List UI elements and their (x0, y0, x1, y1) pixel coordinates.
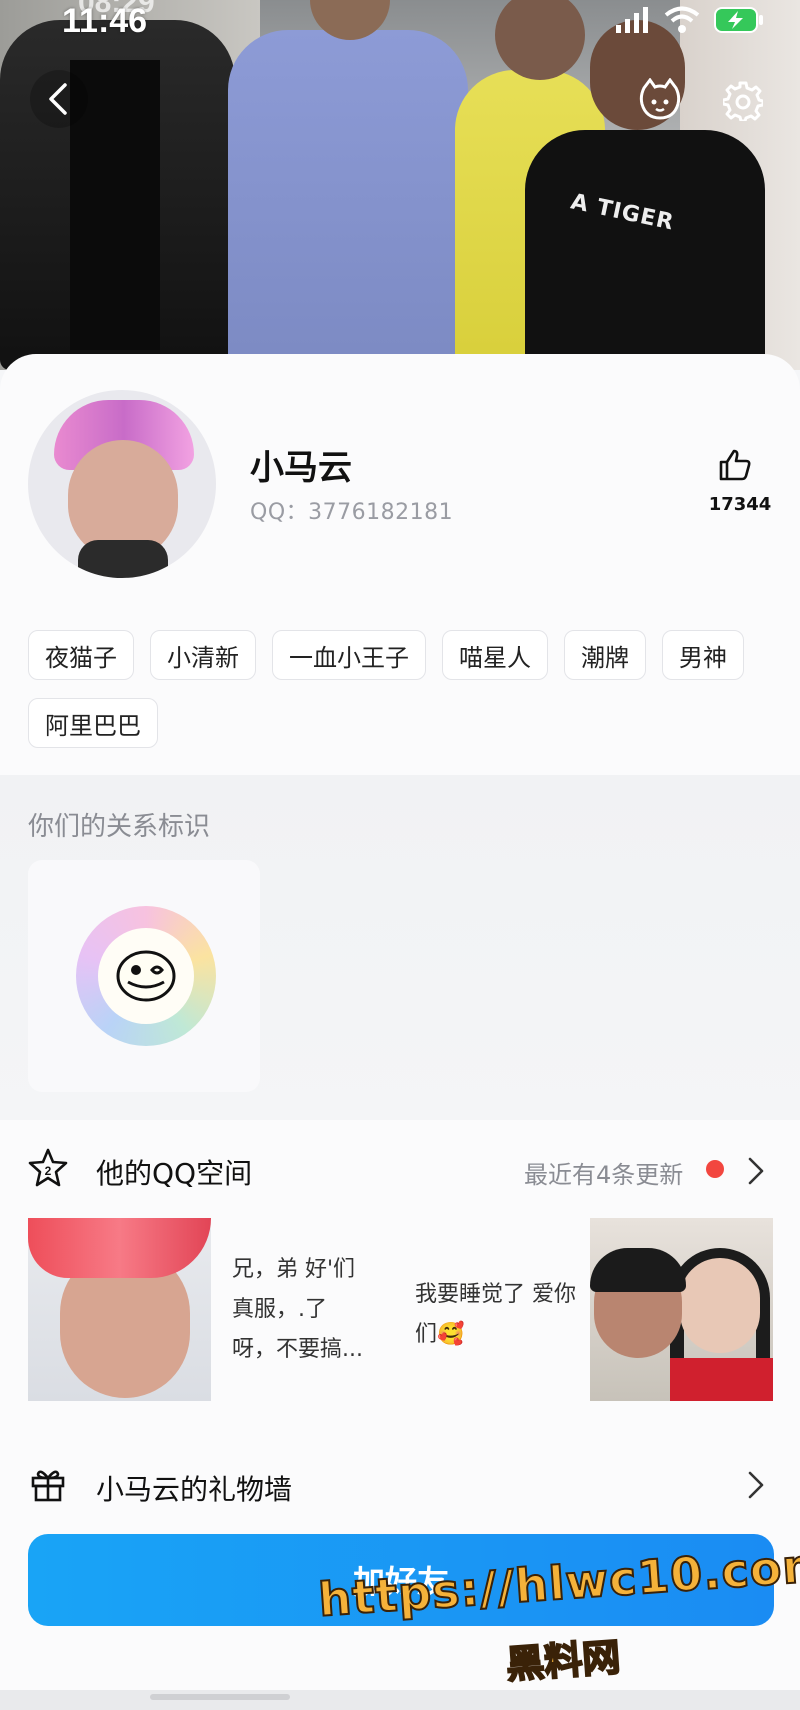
qzone-post-text-2[interactable]: 我要睡觉了 爱你们🥰 (415, 1275, 590, 1355)
qzone-post-image-2[interactable] (590, 1218, 773, 1401)
star-2-icon: 2 (28, 1148, 68, 1187)
relation-title: 你们的关系标识 (28, 812, 211, 842)
post-shirt-2 (670, 1358, 773, 1401)
tag-item[interactable]: 一血小王子 (272, 630, 426, 680)
post-hair (28, 1218, 211, 1278)
tag-item[interactable]: 小清新 (150, 630, 256, 680)
chevron-right-icon (748, 1471, 764, 1499)
signal-icon (616, 7, 648, 33)
qzone-title: 他的QQ空间 (96, 1157, 253, 1190)
tag-item[interactable]: 阿里巴巴 (28, 698, 158, 748)
tag-list: 夜猫子 小清新 一血小王子 喵星人 潮牌 男神 阿里巴巴 (28, 630, 778, 748)
watermark-label: 黑料网 (504, 1634, 623, 1688)
relation-badge[interactable] (76, 906, 216, 1046)
unread-dot (706, 1160, 724, 1178)
avatar-shirt (78, 540, 168, 578)
cover-person-2 (228, 30, 468, 370)
cover-photo[interactable]: A TIGER (0, 0, 800, 370)
status-icons (616, 6, 764, 34)
emoji-face-icon (116, 950, 176, 1002)
tag-item[interactable]: 喵星人 (442, 630, 548, 680)
qzone-update-text: 最近有4条更新 (524, 1161, 684, 1189)
thumbs-up-icon (719, 449, 751, 481)
gift-wall-title: 小马云的礼物墙 (96, 1473, 293, 1506)
status-time: 11:46 (62, 2, 148, 40)
settings-button[interactable] (718, 76, 768, 126)
battery-charging-icon (714, 7, 763, 33)
home-indicator (0, 1690, 800, 1710)
gear-icon (723, 81, 763, 121)
status-bar: 08:29 11:46 (0, 0, 800, 44)
qzone-post-image-1[interactable] (28, 1218, 211, 1401)
tag-item[interactable]: 夜猫子 (28, 630, 134, 680)
cover-person-4 (525, 130, 765, 370)
cat-avatar-icon (639, 78, 681, 120)
relation-badge-inner (98, 928, 194, 1024)
chevron-right-icon (748, 1157, 764, 1185)
wifi-icon (664, 6, 700, 33)
svg-text:2: 2 (45, 1164, 52, 1178)
chevron-left-icon (49, 83, 67, 115)
dress-up-button[interactable] (636, 76, 684, 124)
profile-page: A TIGER 08:29 11:46 小马云 QQ：3776182181 17… (0, 0, 800, 1710)
back-button[interactable] (30, 70, 88, 128)
post-hair-1 (590, 1248, 686, 1292)
like-count: 17344 (708, 494, 772, 515)
tag-item[interactable]: 潮牌 (564, 630, 646, 680)
qzone-post-text-1[interactable]: 兄，弟 好'们 真服，.了 呀，不要搞... (232, 1250, 392, 1370)
avatar[interactable] (28, 390, 216, 578)
home-indicator-pill (150, 1694, 290, 1700)
profile-name: 小马云 (250, 448, 352, 488)
post-face-2 (680, 1258, 760, 1353)
gift-icon (31, 1470, 65, 1502)
tag-item[interactable]: 男神 (662, 630, 744, 680)
qq-number: QQ：3776182181 (250, 500, 454, 525)
